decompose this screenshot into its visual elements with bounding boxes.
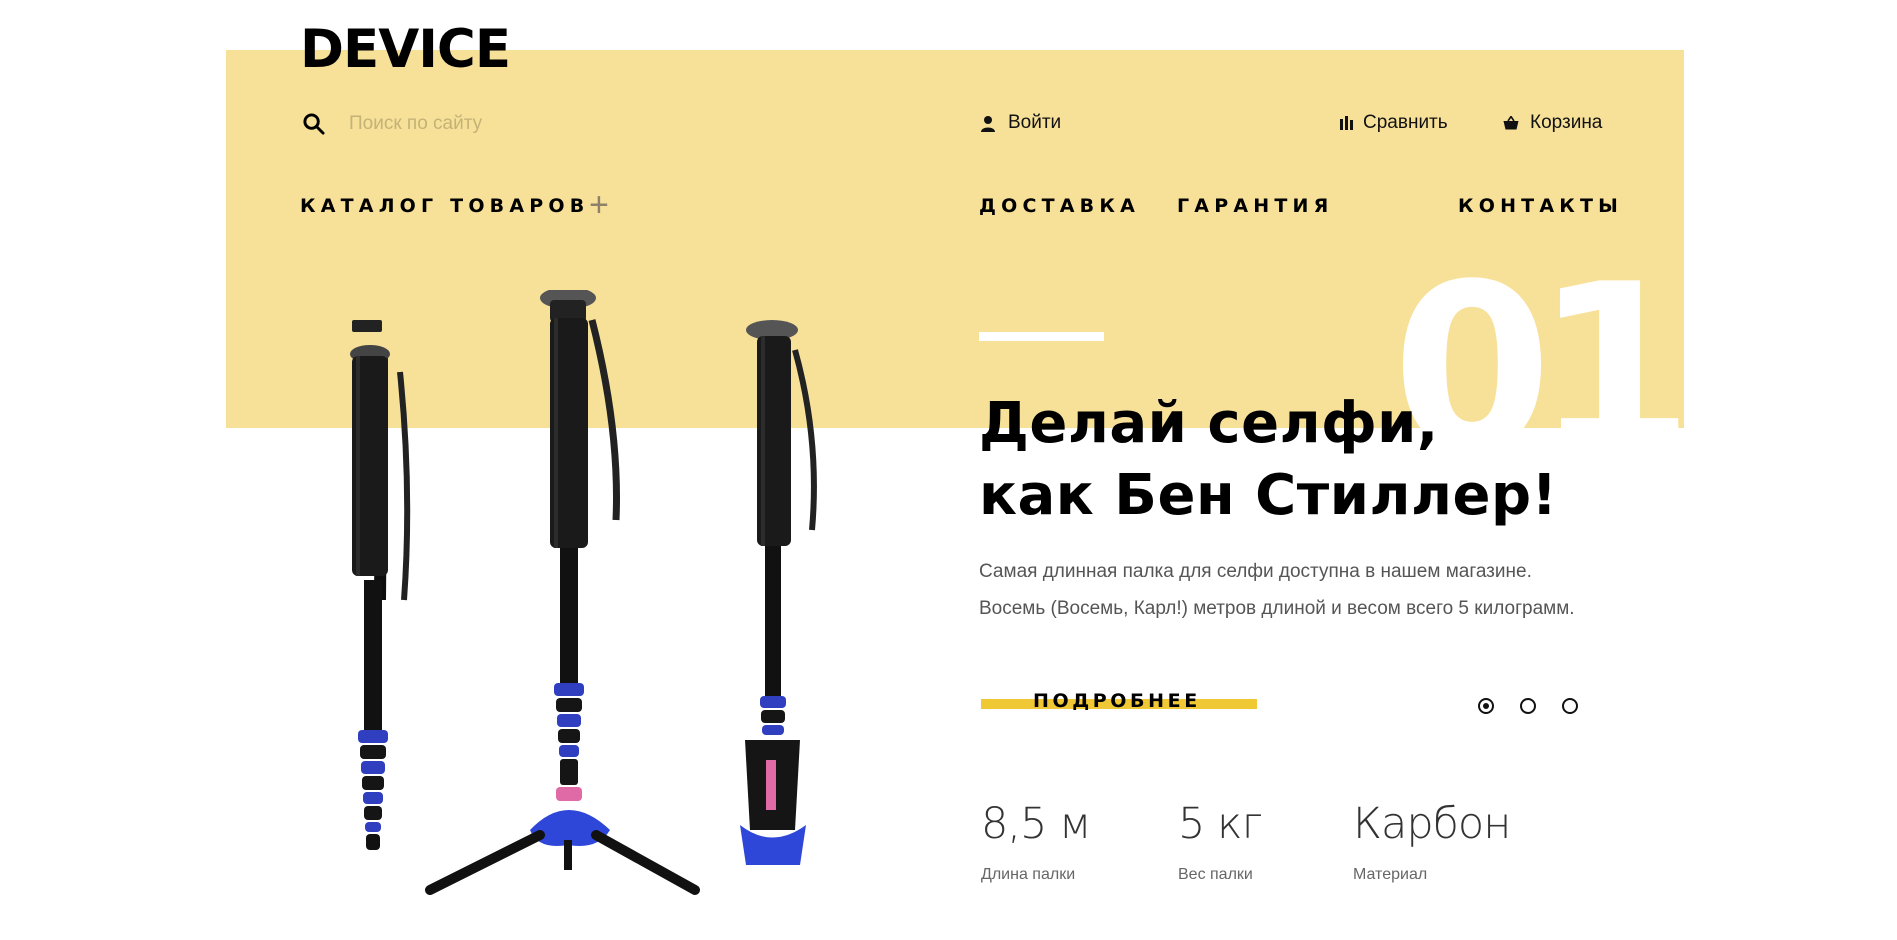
product-image bbox=[350, 290, 817, 895]
monopod-center bbox=[425, 290, 700, 895]
cart-label: Корзина bbox=[1530, 112, 1603, 133]
login-link[interactable]: Войти bbox=[980, 112, 1061, 134]
stat-material: Карбон Материал bbox=[1353, 799, 1511, 884]
more-button[interactable]: ПОДРОБНЕЕ bbox=[979, 688, 1257, 718]
slide-description-line2: Восемь (Восемь, Карл!) метров длиной и в… bbox=[979, 598, 1575, 619]
stat-length-value: 8,5 м bbox=[981, 799, 1091, 849]
stat-weight-value: 5 кг bbox=[1178, 799, 1263, 849]
nav-catalog[interactable]: КАТАЛОГ ТОВАРОВ bbox=[300, 195, 589, 217]
stat-length: 8,5 м Длина палки bbox=[981, 800, 1091, 884]
monopod-right bbox=[740, 320, 817, 865]
slider-dot-1[interactable] bbox=[1478, 698, 1494, 714]
page: DEVICE Войти Сравнить Корзина КАТАЛОГ ТО… bbox=[0, 0, 1897, 940]
nav-contacts[interactable]: КОНТАКТЫ bbox=[1458, 195, 1623, 217]
cart-link[interactable]: Корзина bbox=[1503, 112, 1602, 134]
logo[interactable]: DEVICE bbox=[300, 20, 511, 80]
stat-material-caption: Материал bbox=[1353, 866, 1428, 883]
stat-weight: 5 кг Вес палки bbox=[1178, 799, 1263, 884]
plus-icon[interactable]: + bbox=[589, 188, 609, 222]
slide-title-line2: как Бен Стиллер! bbox=[979, 463, 1558, 528]
more-button-label: ПОДРОБНЕЕ bbox=[1033, 690, 1201, 712]
slide-description: Самая длинная палка для селфи доступна в… bbox=[979, 553, 1575, 627]
search-box bbox=[302, 112, 649, 135]
user-icon bbox=[981, 115, 995, 132]
accent-line bbox=[979, 332, 1104, 341]
nav-delivery[interactable]: ДОСТАВКА bbox=[979, 195, 1140, 217]
slide-title-line1: Делай селфи, bbox=[979, 391, 1439, 456]
slide-title: Делай селфи, как Бен Стиллер! bbox=[979, 388, 1558, 532]
basket-icon bbox=[1503, 116, 1519, 130]
stat-length-caption: Длина палки bbox=[981, 866, 1076, 883]
nav-warranty[interactable]: ГАРАНТИЯ bbox=[1177, 195, 1333, 217]
stat-material-value: Карбон bbox=[1353, 799, 1511, 849]
search-icon[interactable] bbox=[302, 112, 325, 135]
login-label: Войти bbox=[1008, 112, 1062, 133]
bar-chart-icon bbox=[1340, 116, 1353, 130]
slide-description-line1: Самая длинная палка для селфи доступна в… bbox=[979, 561, 1532, 582]
slider-dot-2[interactable] bbox=[1520, 698, 1536, 714]
stat-weight-caption: Вес палки bbox=[1178, 866, 1253, 883]
search-input[interactable] bbox=[349, 112, 649, 135]
compare-link[interactable]: Сравнить bbox=[1340, 112, 1448, 134]
slider-dot-3[interactable] bbox=[1562, 698, 1578, 714]
monopod-left bbox=[350, 320, 411, 850]
compare-label: Сравнить bbox=[1363, 112, 1448, 133]
slider-dots bbox=[1478, 698, 1578, 714]
